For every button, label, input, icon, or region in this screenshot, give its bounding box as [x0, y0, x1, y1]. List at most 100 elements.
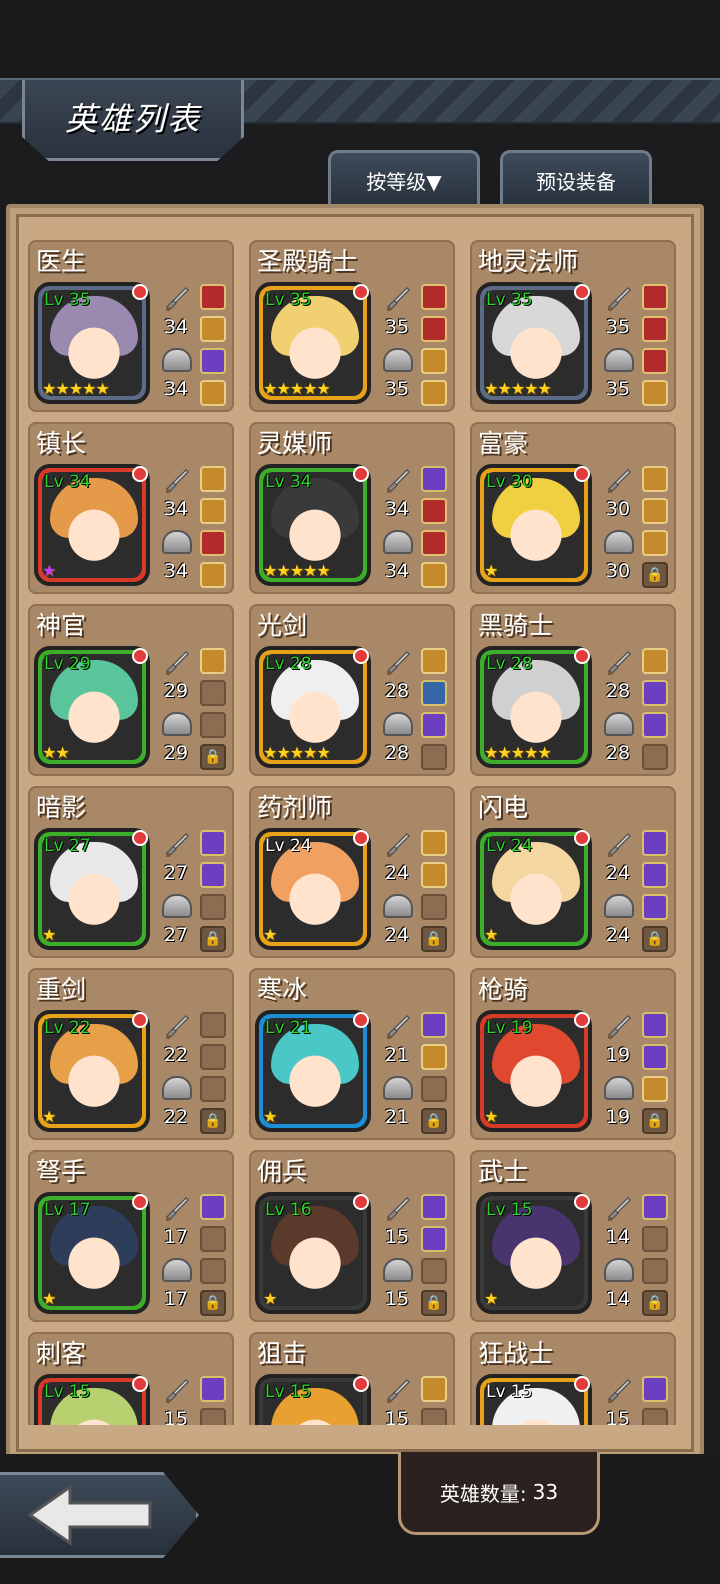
equip-slot[interactable]	[200, 562, 226, 588]
hero-portrait[interactable]: Lv 15 ★	[34, 1374, 150, 1425]
hero-card[interactable]: 刺客 Lv 15 ★ 15 15 🔒	[28, 1332, 234, 1425]
equip-slot[interactable]	[200, 830, 226, 856]
empty-equip-slot[interactable]	[200, 1258, 226, 1284]
equip-slot[interactable]	[421, 348, 447, 374]
empty-equip-slot[interactable]	[200, 712, 226, 738]
equip-slot[interactable]	[421, 530, 447, 556]
empty-equip-slot[interactable]	[200, 1408, 226, 1425]
equip-slot[interactable]	[421, 862, 447, 888]
equip-slot[interactable]	[421, 648, 447, 674]
empty-equip-slot[interactable]	[200, 894, 226, 920]
hero-card[interactable]: 灵媒师 Lv 34 ★★★★★ 34 34	[249, 422, 455, 594]
empty-equip-slot[interactable]	[200, 1226, 226, 1252]
equip-slot[interactable]	[421, 380, 447, 406]
equip-slot[interactable]	[642, 348, 668, 374]
equip-slot[interactable]	[642, 1012, 668, 1038]
lock-icon[interactable]: 🔒	[200, 1108, 226, 1134]
back-button[interactable]	[0, 1472, 199, 1558]
hero-portrait[interactable]: Lv 34 ★★★★★	[255, 464, 371, 586]
equip-slot[interactable]	[200, 648, 226, 674]
hero-portrait[interactable]: Lv 15 ★	[476, 1374, 592, 1425]
hero-card[interactable]: 地灵法师 Lv 35 ★★★★★ 35 35	[470, 240, 676, 412]
hero-portrait[interactable]: Lv 19 ★	[476, 1010, 592, 1132]
hero-portrait[interactable]: Lv 24 ★	[476, 828, 592, 950]
equip-slot[interactable]	[200, 1376, 226, 1402]
lock-icon[interactable]: 🔒	[200, 744, 226, 770]
equip-slot[interactable]	[421, 1012, 447, 1038]
hero-card[interactable]: 神官 Lv 29 ★★ 29 29 🔒	[28, 604, 234, 776]
equip-slot[interactable]	[642, 1076, 668, 1102]
empty-equip-slot[interactable]	[421, 1076, 447, 1102]
equip-slot[interactable]	[421, 498, 447, 524]
equip-slot[interactable]	[642, 284, 668, 310]
hero-portrait[interactable]: Lv 15 ★	[255, 1374, 371, 1425]
hero-card[interactable]: 圣殿骑士 Lv 35 ★★★★★ 35 35	[249, 240, 455, 412]
equip-slot[interactable]	[421, 830, 447, 856]
equip-slot[interactable]	[421, 712, 447, 738]
equip-slot[interactable]	[642, 380, 668, 406]
equip-slot[interactable]	[642, 466, 668, 492]
empty-equip-slot[interactable]	[642, 744, 668, 770]
preset-equipment-button[interactable]: 预设装备	[500, 150, 652, 207]
empty-equip-slot[interactable]	[200, 680, 226, 706]
hero-card[interactable]: 暗影 Lv 27 ★ 27 27 🔒	[28, 786, 234, 958]
hero-card[interactable]: 枪骑 Lv 19 ★ 19 19 🔒	[470, 968, 676, 1140]
empty-equip-slot[interactable]	[421, 1408, 447, 1425]
equip-slot[interactable]	[421, 316, 447, 342]
equip-slot[interactable]	[421, 284, 447, 310]
equip-slot[interactable]	[642, 316, 668, 342]
equip-slot[interactable]	[642, 1194, 668, 1220]
equip-slot[interactable]	[421, 1376, 447, 1402]
hero-card[interactable]: 药剂师 Lv 24 ★ 24 24 🔒	[249, 786, 455, 958]
empty-equip-slot[interactable]	[421, 1258, 447, 1284]
hero-portrait[interactable]: Lv 16 ★	[255, 1192, 371, 1314]
empty-equip-slot[interactable]	[421, 744, 447, 770]
equip-slot[interactable]	[200, 530, 226, 556]
hero-card[interactable]: 狙击 Lv 15 ★ 15 15 🔒	[249, 1332, 455, 1425]
hero-portrait[interactable]: Lv 21 ★	[255, 1010, 371, 1132]
equip-slot[interactable]	[421, 562, 447, 588]
hero-card[interactable]: 重剑 Lv 22 ★ 22 22 🔒	[28, 968, 234, 1140]
equip-slot[interactable]	[642, 648, 668, 674]
hero-portrait[interactable]: Lv 22 ★	[34, 1010, 150, 1132]
hero-grid[interactable]: 医生 Lv 35 ★★★★★ 34 34 圣殿骑士 Lv 35 ★★★★★ 35…	[28, 240, 680, 1425]
hero-card[interactable]: 佣兵 Lv 16 ★ 15 15 🔒	[249, 1150, 455, 1322]
equip-slot[interactable]	[642, 1376, 668, 1402]
equip-slot[interactable]	[200, 498, 226, 524]
lock-icon[interactable]: 🔒	[200, 1290, 226, 1316]
equip-slot[interactable]	[200, 862, 226, 888]
equip-slot[interactable]	[200, 380, 226, 406]
equip-slot[interactable]	[642, 530, 668, 556]
hero-card[interactable]: 弩手 Lv 17 ★ 17 17 🔒	[28, 1150, 234, 1322]
hero-card[interactable]: 寒冰 Lv 21 ★ 21 21 🔒	[249, 968, 455, 1140]
lock-icon[interactable]: 🔒	[421, 1290, 447, 1316]
empty-equip-slot[interactable]	[421, 894, 447, 920]
equip-slot[interactable]	[421, 680, 447, 706]
empty-equip-slot[interactable]	[642, 1226, 668, 1252]
hero-portrait[interactable]: Lv 35 ★★★★★	[476, 282, 592, 404]
hero-portrait[interactable]: Lv 15 ★	[476, 1192, 592, 1314]
equip-slot[interactable]	[421, 1226, 447, 1252]
hero-portrait[interactable]: Lv 17 ★	[34, 1192, 150, 1314]
sort-by-level-button[interactable]: 按等级▼	[328, 150, 480, 207]
equip-slot[interactable]	[200, 466, 226, 492]
hero-portrait[interactable]: Lv 28 ★★★★★	[476, 646, 592, 768]
hero-card[interactable]: 狂战士 Lv 15 ★ 15 15 🔒	[470, 1332, 676, 1425]
hero-card[interactable]: 闪电 Lv 24 ★ 24 24 🔒	[470, 786, 676, 958]
equip-slot[interactable]	[421, 1194, 447, 1220]
hero-card[interactable]: 光剑 Lv 28 ★★★★★ 28 28	[249, 604, 455, 776]
equip-slot[interactable]	[642, 830, 668, 856]
empty-equip-slot[interactable]	[200, 1012, 226, 1038]
hero-portrait[interactable]: Lv 35 ★★★★★	[255, 282, 371, 404]
hero-card[interactable]: 武士 Lv 15 ★ 14 14 🔒	[470, 1150, 676, 1322]
hero-portrait[interactable]: Lv 34 ★	[34, 464, 150, 586]
lock-icon[interactable]: 🔒	[421, 926, 447, 952]
hero-portrait[interactable]: Lv 28 ★★★★★	[255, 646, 371, 768]
empty-equip-slot[interactable]	[200, 1076, 226, 1102]
hero-card[interactable]: 黑骑士 Lv 28 ★★★★★ 28 28	[470, 604, 676, 776]
lock-icon[interactable]: 🔒	[642, 562, 668, 588]
equip-slot[interactable]	[642, 680, 668, 706]
equip-slot[interactable]	[200, 316, 226, 342]
equip-slot[interactable]	[642, 712, 668, 738]
lock-icon[interactable]: 🔒	[642, 1108, 668, 1134]
